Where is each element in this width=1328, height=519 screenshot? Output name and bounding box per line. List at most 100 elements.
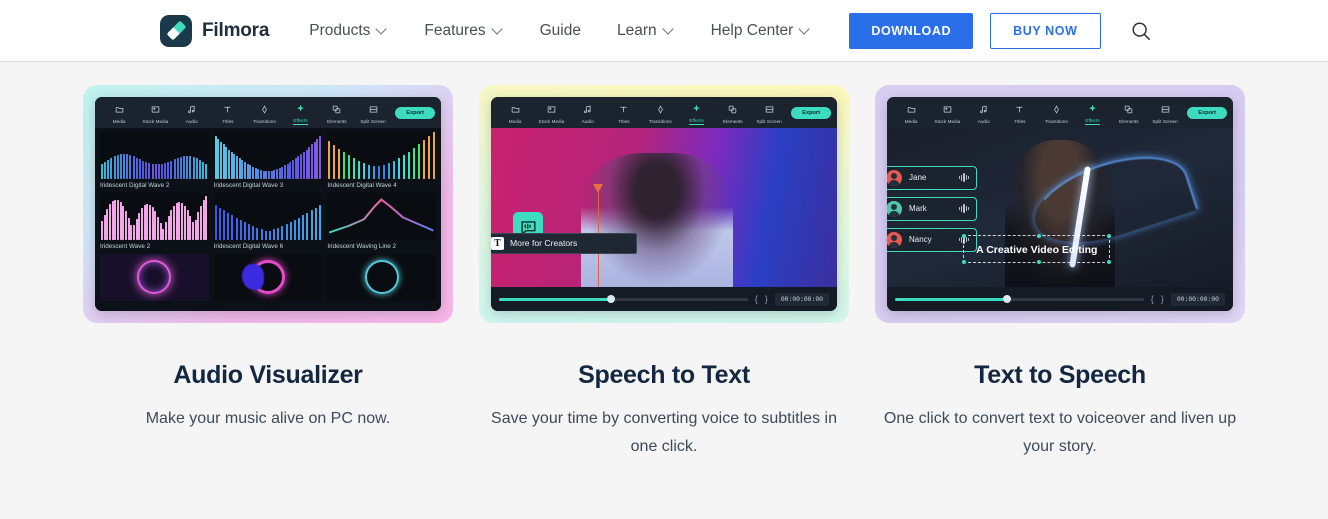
search-icon[interactable] [1128, 18, 1154, 44]
toolbar-item-elements[interactable]: Elements [715, 102, 751, 124]
image-icon [151, 102, 160, 118]
toolbar-item-transitions[interactable]: Transitions [642, 102, 678, 124]
timeline-scrubber[interactable] [499, 295, 748, 303]
nav-item-guide[interactable]: Guide [522, 0, 599, 62]
card-description: One click to convert text to voiceover a… [883, 410, 1237, 455]
folder-icon [115, 102, 124, 118]
toolbar-item-media-label: Media [508, 118, 522, 124]
toolbar-item-titles-label: Titles [618, 118, 630, 124]
buy-now-button[interactable]: BUY NOW [990, 12, 1101, 49]
nav-item-guide-label: Guide [539, 21, 581, 39]
feature-card-speech-to-text[interactable]: Media Stock Media Audio Titles Transitio… [479, 85, 849, 460]
effect-label: Iridescent Digital Wave 2 [100, 181, 170, 189]
effect-item[interactable]: Iridescent Digital Wave 3 [213, 131, 323, 189]
export-button[interactable]: Export [1187, 106, 1227, 119]
nav-item-help-center[interactable]: Help Center [693, 0, 830, 62]
voice-name: Nancy [909, 235, 932, 245]
effect-item[interactable]: Iridescent Digital Wave 2 [100, 131, 209, 189]
resize-handle[interactable] [1036, 260, 1041, 265]
timeline-progress-fill [895, 297, 1007, 301]
title-text-overlay[interactable]: A Creative Video Editing [962, 234, 1112, 265]
text-tool-icon: T [491, 236, 504, 250]
effect-item[interactable]: Iridescent Digital Wave 6 [213, 192, 323, 250]
toolbar-item-transitions[interactable]: Transitions [1038, 102, 1074, 124]
timeline-scrubber[interactable] [895, 295, 1144, 303]
toolbar-item-media[interactable]: Media [101, 102, 137, 124]
voice-option-jane[interactable]: Jane [887, 165, 977, 190]
toolbar-item-titles[interactable]: Titles [210, 102, 246, 124]
feature-card-audio-visualizer[interactable]: Media Stock Media Audio Titles Transitio… [83, 85, 453, 460]
download-button[interactable]: DOWNLOAD [849, 12, 974, 49]
toolbar-item-audio[interactable]: Audio [174, 102, 210, 124]
toolbar-item-split-screen[interactable]: Split Screen [1147, 102, 1183, 124]
timeline-handle[interactable] [606, 295, 615, 303]
toolbar-item-titles[interactable]: Titles [606, 102, 642, 124]
mark-in-button[interactable]: { [1151, 294, 1154, 304]
resize-handle[interactable] [1036, 234, 1041, 239]
elements-icon [332, 102, 341, 118]
toolbar-item-titles[interactable]: Titles [1002, 102, 1038, 124]
mark-out-button[interactable]: } [1161, 294, 1164, 304]
export-button[interactable]: Export [791, 106, 831, 119]
toolbar-item-elements[interactable]: Elements [319, 102, 355, 124]
nav-item-features[interactable]: Features [406, 0, 521, 62]
effect-item[interactable] [327, 253, 436, 301]
folder-icon [907, 102, 916, 118]
toolbar-item-titles-label: Titles [222, 118, 234, 124]
toolbar-item-stock-media[interactable]: Stock Media [533, 102, 569, 124]
effect-item[interactable]: Iridescent Wave 2 [100, 192, 209, 250]
split-screen-icon [765, 102, 774, 118]
toolbar-item-elements[interactable]: Elements [1111, 102, 1147, 124]
effect-thumbnail [100, 131, 209, 179]
mark-out-button[interactable]: } [765, 294, 768, 304]
effect-item[interactable] [213, 253, 323, 301]
folder-icon [511, 102, 520, 118]
effect-item[interactable]: Iridescent Waving Line 2 [327, 192, 436, 250]
audio-wave-icon[interactable] [959, 173, 969, 183]
effect-thumbnail [213, 192, 323, 240]
timeline-handle[interactable] [1002, 295, 1011, 303]
toolbar-item-split-screen[interactable]: Split Screen [355, 102, 391, 124]
voice-option-mark[interactable]: Mark [887, 196, 977, 221]
toolbar-item-split-screen[interactable]: Split Screen [751, 102, 787, 124]
feature-cards-row: Media Stock Media Audio Titles Transitio… [0, 62, 1328, 460]
export-button[interactable]: Export [395, 106, 435, 119]
toolbar-item-media[interactable]: Media [893, 102, 929, 124]
toolbar-item-media[interactable]: Media [497, 102, 533, 124]
effect-item[interactable]: Iridescent Digital Wave 4 [327, 131, 436, 189]
feature-card-text-to-speech[interactable]: Media Stock Media Audio Titles Transitio… [875, 85, 1245, 460]
toolbar-item-audio[interactable]: Audio [570, 102, 606, 124]
editor-body-3: Jane Mark Nancy A Creative Video Editing [887, 127, 1233, 287]
chevron-down-icon [493, 24, 504, 35]
mark-in-button[interactable]: { [755, 294, 758, 304]
toolbar-item-stock-media[interactable]: Stock Media [137, 102, 173, 124]
nav-item-help-center-label: Help Center [710, 21, 794, 39]
toolbar-item-audio[interactable]: Audio [966, 102, 1002, 124]
card-title: Speech to Text [578, 361, 750, 389]
resize-handle[interactable] [962, 234, 967, 239]
nav-item-products[interactable]: Products [291, 0, 406, 62]
toolbar-item-stock-media-label: Stock Media [934, 118, 961, 124]
effect-item[interactable] [100, 253, 209, 301]
text-icon [619, 102, 628, 118]
toolbar-item-stock-media[interactable]: Stock Media [929, 102, 965, 124]
toolbar-item-stock-media-label: Stock Media [538, 118, 565, 124]
toolbar-item-elements-label: Elements [723, 118, 743, 124]
audio-wave-icon[interactable] [959, 204, 969, 214]
nav-item-learn[interactable]: Learn [599, 0, 693, 62]
toolbar-item-transitions[interactable]: Transitions [246, 102, 282, 124]
timecode-display: 00:00:00:00 [1170, 292, 1225, 306]
effect-thumbnail [100, 192, 209, 240]
toolbar-item-effects[interactable]: Effects [678, 101, 714, 125]
chevron-down-icon [377, 24, 388, 35]
subtitle-clip[interactable]: T More for Creators [491, 232, 637, 254]
toolbar-item-effects[interactable]: Effects [282, 101, 318, 125]
voice-name: Jane [909, 173, 927, 183]
effect-thumbnail [213, 131, 323, 179]
effect-thumbnail [100, 253, 209, 301]
card-description: Make your music alive on PC now. [145, 410, 391, 427]
split-screen-icon [1161, 102, 1170, 118]
card-thumbnail-speech-to-text: Media Stock Media Audio Titles Transitio… [479, 85, 849, 323]
brand-logo-link[interactable]: Filmora [160, 14, 269, 47]
toolbar-item-effects[interactable]: Effects [1074, 101, 1110, 125]
